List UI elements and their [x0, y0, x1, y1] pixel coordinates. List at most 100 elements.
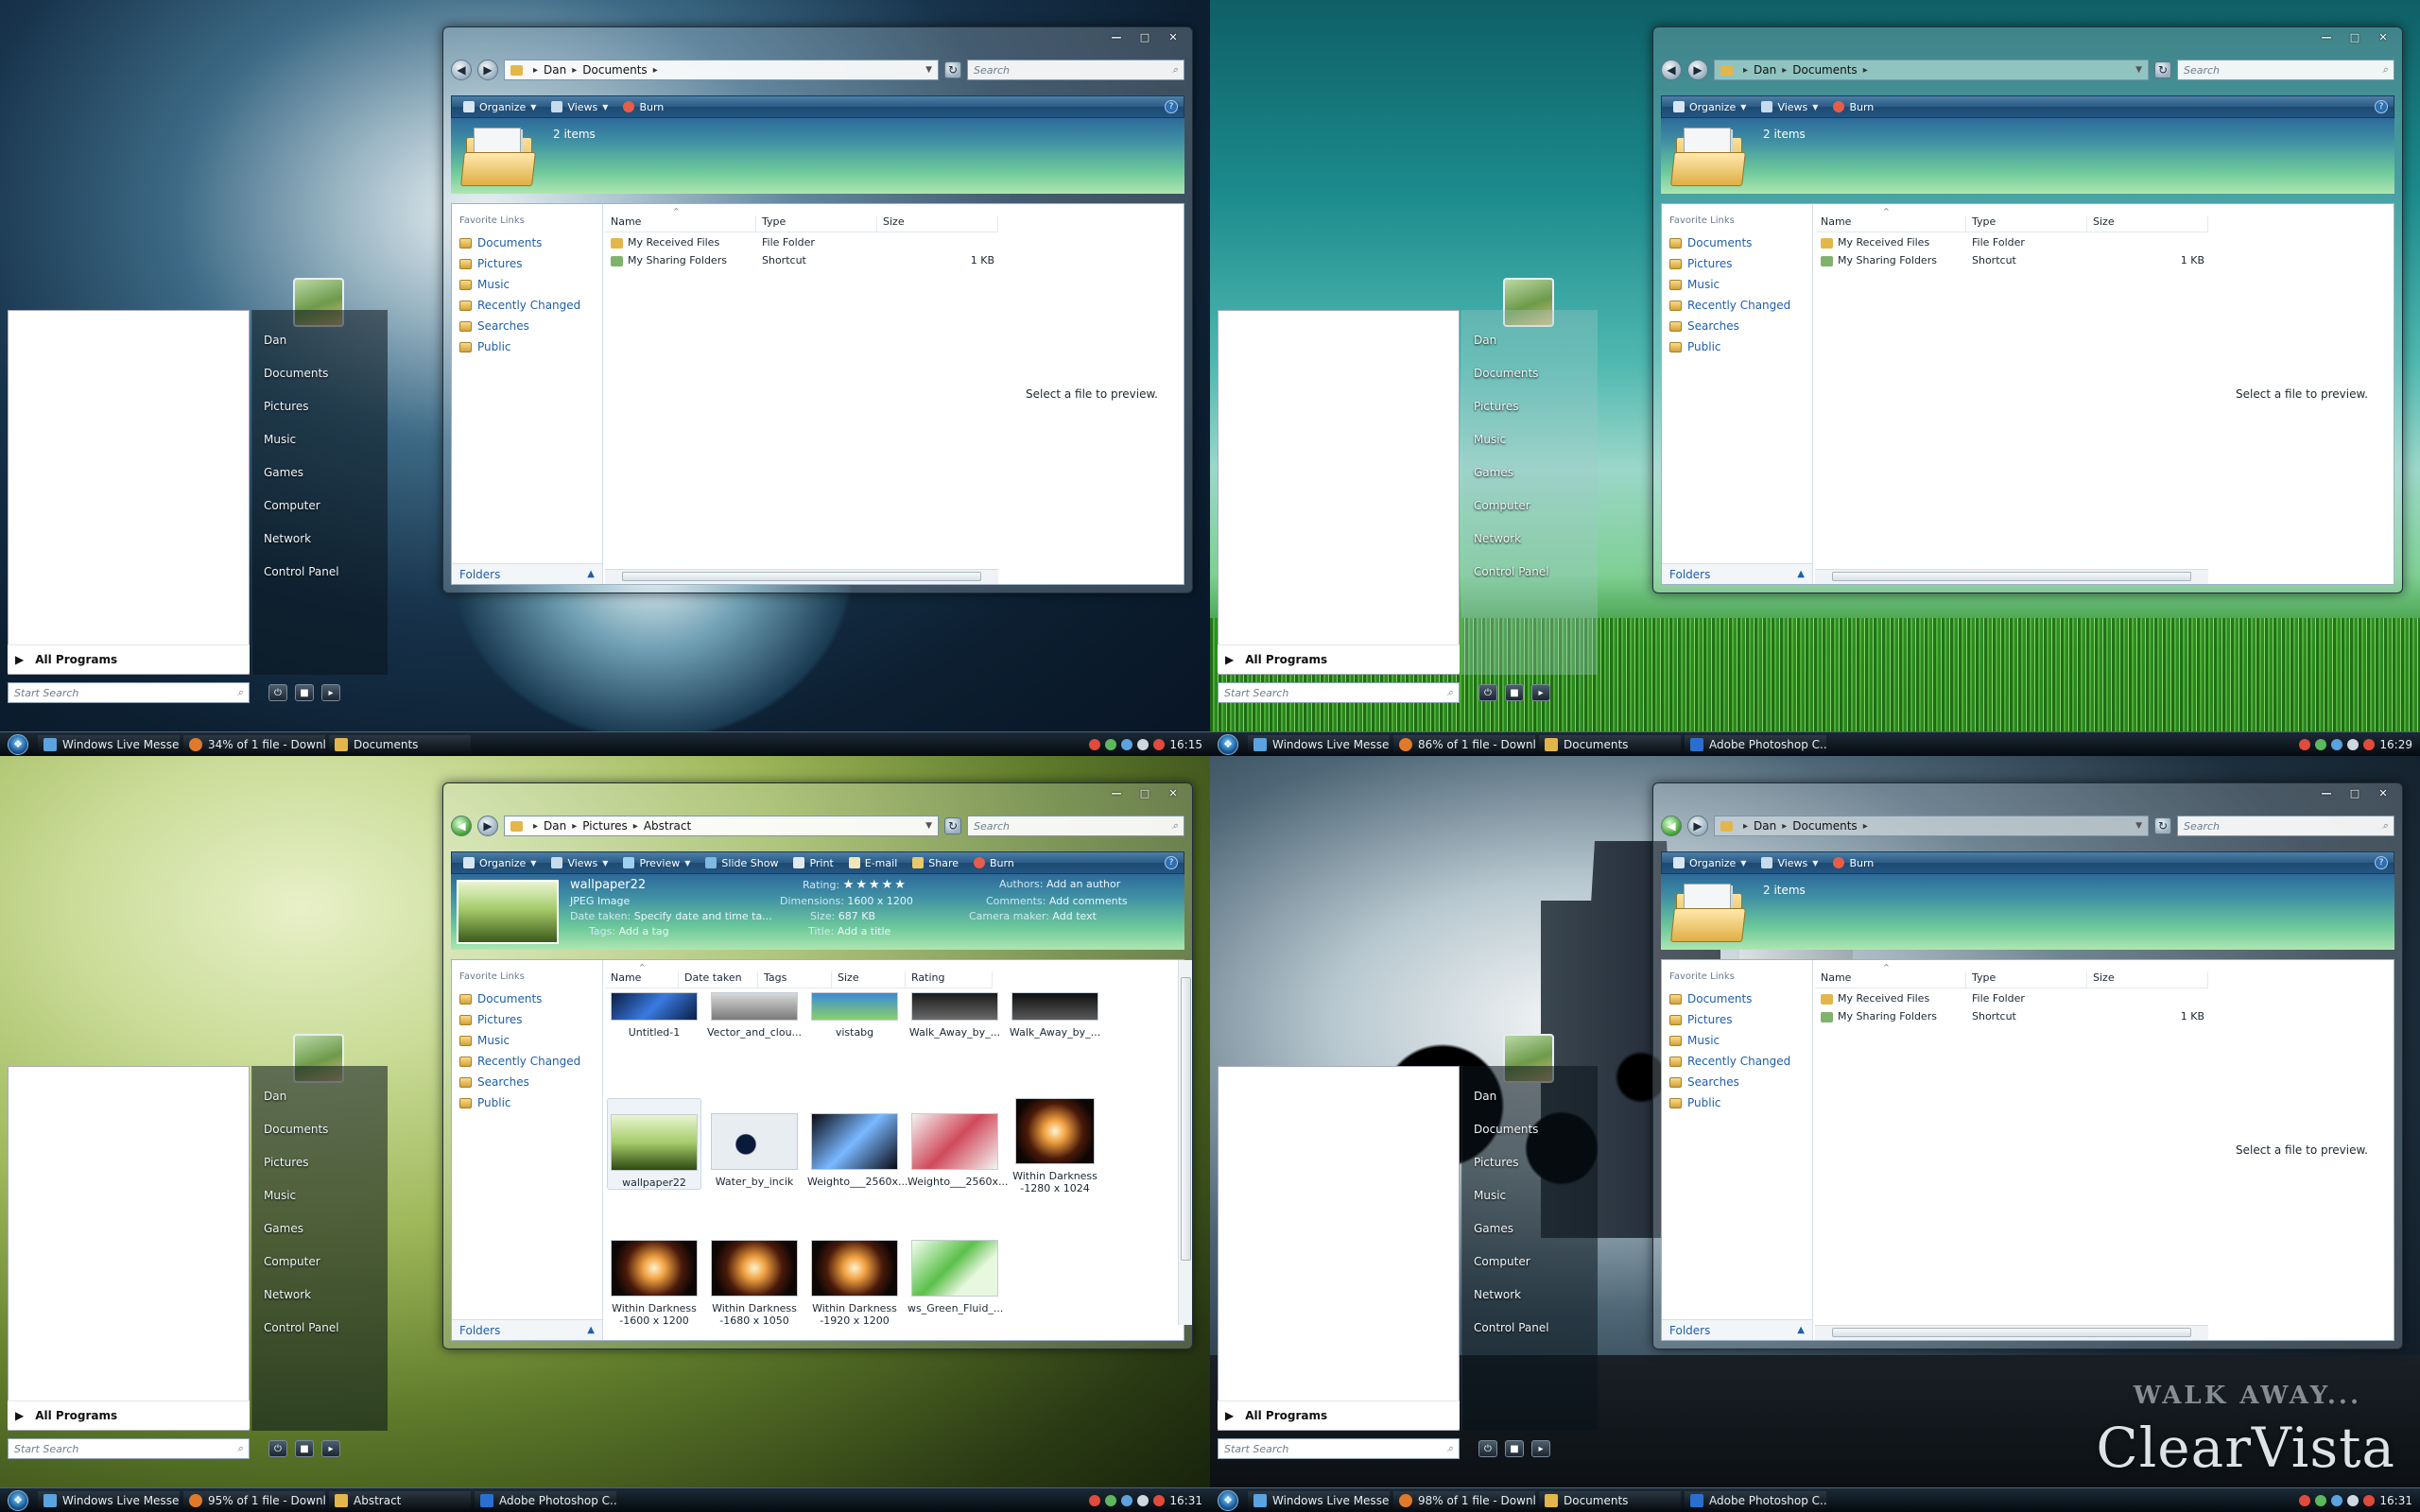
start-orb-icon[interactable]: ❖	[8, 733, 28, 755]
horizontal-scrollbar[interactable]	[605, 569, 998, 584]
taskbar-button[interactable]: Adobe Photoshop C...	[1685, 1490, 1826, 1510]
start-item-music[interactable]: Music	[1462, 1178, 1598, 1211]
security-icon[interactable]	[2299, 738, 2311, 750]
breadcrumb-item[interactable]: Dan	[544, 819, 566, 833]
search-input[interactable]: Search ⌕	[2177, 60, 2394, 80]
nav-link-public[interactable]: Public	[1669, 340, 1721, 353]
column-header-size[interactable]: Size	[832, 971, 906, 988]
power-icon[interactable]: ⏻	[268, 684, 287, 701]
network-icon[interactable]	[1105, 1494, 1117, 1506]
taskbar-button[interactable]: Documents	[1539, 734, 1681, 754]
taskbar-button[interactable]: Adobe Photoshop C...	[1685, 734, 1826, 754]
start-item-network[interactable]: Network	[252, 522, 388, 555]
security-icon[interactable]	[1089, 738, 1101, 750]
list-item[interactable]: My Received Files File Folder	[1815, 236, 2208, 253]
alert-icon[interactable]	[1153, 1494, 1166, 1506]
minimize-button[interactable]: —	[2313, 785, 2340, 800]
lock-icon[interactable]: ■	[295, 684, 314, 701]
column-header-size[interactable]: Size	[2087, 215, 2208, 232]
taskbar-button[interactable]: Abstract	[329, 1490, 471, 1510]
maximize-button[interactable]: □	[2342, 785, 2368, 800]
horizontal-scrollbar[interactable]	[1815, 569, 2208, 584]
nav-link-documents[interactable]: Documents	[1669, 236, 1752, 249]
alert-icon[interactable]	[2363, 738, 2376, 750]
back-button[interactable]: ◀	[1661, 816, 1682, 836]
organize-button[interactable]: Organize ▼	[458, 853, 542, 872]
nav-link-searches[interactable]: Searches	[459, 319, 529, 333]
folders-toggle[interactable]: Folders ▲	[1662, 563, 1812, 584]
close-button[interactable]: ✕	[2370, 785, 2396, 800]
folders-toggle[interactable]: Folders ▲	[1662, 1319, 1812, 1340]
start-item-dan[interactable]: Dan	[252, 1079, 388, 1112]
column-header-date-taken[interactable]: Date taken	[679, 971, 758, 988]
explorer-window[interactable]: — □ ✕ ◀ ▶ ▸ Dan ▸ Documents ▸ ▼ ↻ Search…	[1652, 782, 2403, 1349]
folders-toggle[interactable]: Folders ▲	[452, 1319, 602, 1340]
start-item-music[interactable]: Music	[252, 422, 388, 455]
back-button[interactable]: ◀	[451, 816, 472, 836]
all-programs-button[interactable]: ▶ All Programs	[1218, 644, 1460, 673]
nav-link-recently-changed[interactable]: Recently Changed	[1669, 299, 1790, 312]
taskbar-button[interactable]: Windows Live Messe...	[38, 1490, 180, 1510]
start-orb-icon[interactable]: ❖	[8, 1489, 28, 1511]
taskbar-button[interactable]: 95% of 1 file - Downl...	[183, 1490, 325, 1510]
search-input[interactable]: Search ⌕	[2177, 816, 2394, 836]
clock[interactable]: 16:15	[1169, 738, 1202, 751]
volume-icon[interactable]	[2347, 738, 2360, 750]
nav-link-searches[interactable]: Searches	[1669, 319, 1739, 333]
thumbnail-item[interactable]: Water_by_incik	[707, 1098, 802, 1188]
nav-link-documents[interactable]: Documents	[459, 992, 542, 1005]
start-item-games[interactable]: Games	[252, 1211, 388, 1245]
back-button[interactable]: ◀	[1661, 60, 1682, 80]
organize-button[interactable]: Organize ▼	[1668, 97, 1752, 116]
power-options-arrow-icon[interactable]: ▸	[321, 1440, 340, 1457]
nav-link-recently-changed[interactable]: Recently Changed	[1669, 1055, 1790, 1068]
nav-link-pictures[interactable]: Pictures	[1669, 257, 1733, 270]
start-item-games[interactable]: Games	[1462, 455, 1598, 489]
taskbar-button[interactable]: Windows Live Messe...	[1248, 734, 1390, 754]
burn-button[interactable]: Burn	[617, 97, 669, 116]
address-dropdown-icon[interactable]: ▼	[2135, 821, 2142, 831]
security-icon[interactable]	[1089, 1494, 1101, 1506]
start-item-documents[interactable]: Documents	[252, 356, 388, 389]
explorer-window[interactable]: — □ ✕ ◀ ▶ ▸ Dan ▸ Documents ▸ ▼ ↻ Search…	[1652, 26, 2403, 593]
search-input[interactable]: Search ⌕	[967, 60, 1184, 80]
clock[interactable]: 16:29	[2379, 738, 2412, 751]
nav-link-pictures[interactable]: Pictures	[459, 257, 523, 270]
folders-toggle[interactable]: Folders ▲	[452, 563, 602, 584]
start-item-dan[interactable]: Dan	[1462, 323, 1598, 356]
nav-link-music[interactable]: Music	[459, 278, 510, 291]
start-item-control-panel[interactable]: Control Panel	[252, 555, 388, 588]
start-item-documents[interactable]: Documents	[252, 1112, 388, 1145]
network-icon[interactable]	[2315, 738, 2327, 750]
nav-link-searches[interactable]: Searches	[1669, 1075, 1739, 1089]
start-item-control-panel[interactable]: Control Panel	[252, 1311, 388, 1344]
start-item-computer[interactable]: Computer	[1462, 1245, 1598, 1278]
forward-button[interactable]: ▶	[1687, 60, 1708, 80]
taskbar-button[interactable]: 34% of 1 file - Downl...	[183, 734, 325, 754]
alert-icon[interactable]	[2363, 1494, 2376, 1506]
column-header-name[interactable]: ^ Name	[1815, 963, 1966, 988]
thumbnail-item[interactable]: Walk_Away_by_...	[908, 992, 1002, 1039]
column-header-name[interactable]: ^ Name	[1815, 207, 1966, 232]
organize-button[interactable]: Organize ▼	[458, 97, 542, 116]
messenger-tray-icon[interactable]	[1121, 1494, 1133, 1506]
start-item-music[interactable]: Music	[252, 1178, 388, 1211]
start-item-network[interactable]: Network	[1462, 522, 1598, 555]
messenger-tray-icon[interactable]	[1121, 738, 1133, 750]
breadcrumb-item[interactable]: Dan	[1754, 63, 1776, 77]
power-icon[interactable]: ⏻	[1478, 1440, 1497, 1457]
minimize-button[interactable]: —	[1103, 785, 1130, 800]
preview-button[interactable]: Preview ▼	[617, 853, 696, 872]
all-programs-button[interactable]: ▶ All Programs	[8, 644, 250, 673]
nav-link-music[interactable]: Music	[1669, 278, 1720, 291]
start-item-documents[interactable]: Documents	[1462, 1112, 1598, 1145]
column-header-rating[interactable]: Rating	[906, 971, 993, 988]
forward-button[interactable]: ▶	[477, 816, 498, 836]
start-orb-icon[interactable]: ❖	[1218, 1489, 1238, 1511]
start-item-pictures[interactable]: Pictures	[252, 389, 388, 422]
address-dropdown-icon[interactable]: ▼	[925, 821, 932, 831]
refresh-icon[interactable]: ↻	[2154, 817, 2171, 834]
messenger-tray-icon[interactable]	[2331, 1494, 2343, 1506]
power-icon[interactable]: ⏻	[1478, 684, 1497, 701]
address-dropdown-icon[interactable]: ▼	[2135, 65, 2142, 75]
